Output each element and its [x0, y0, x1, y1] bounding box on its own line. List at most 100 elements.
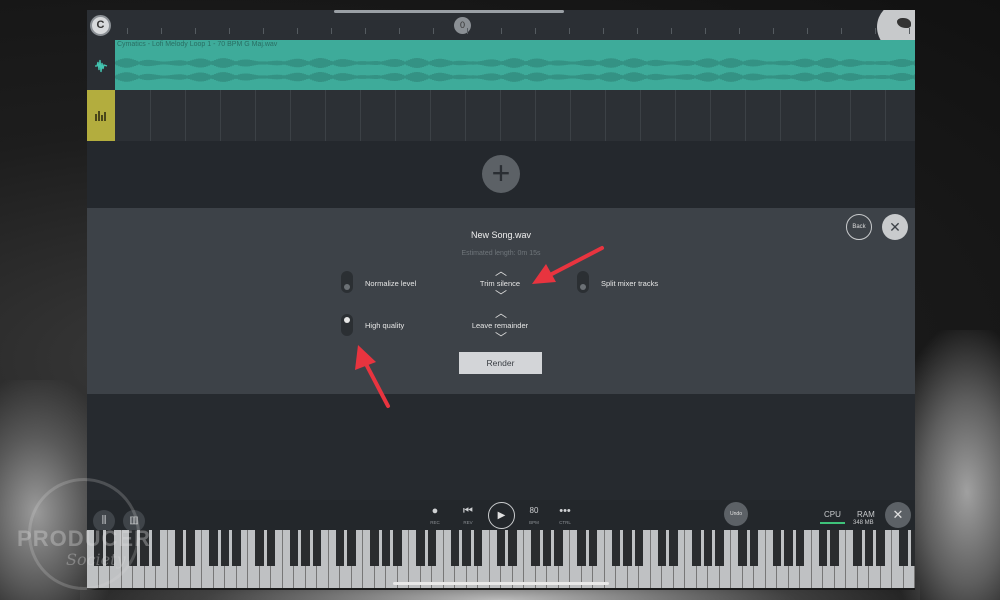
ruler-tick [501, 28, 502, 34]
playhead-handle[interactable]: 0 [454, 17, 471, 34]
grid-line [360, 90, 361, 141]
black-key[interactable] [669, 530, 678, 566]
high-quality-label: High quality [365, 321, 405, 330]
grid-line [395, 90, 396, 141]
black-key[interactable] [864, 530, 874, 566]
black-key[interactable] [910, 530, 915, 566]
black-key[interactable] [393, 530, 402, 566]
black-key[interactable] [301, 530, 310, 566]
black-key[interactable] [830, 530, 839, 566]
black-key[interactable] [818, 530, 828, 566]
ruler-tick [671, 28, 672, 34]
black-key[interactable] [623, 530, 632, 566]
record-icon: ● [431, 505, 439, 517]
split-mixer-tracks-toggle[interactable] [577, 271, 589, 293]
ruler-tick [739, 28, 740, 34]
black-key[interactable] [450, 530, 460, 566]
black-key[interactable] [703, 530, 713, 566]
black-key[interactable] [853, 530, 862, 566]
black-key[interactable] [473, 530, 483, 566]
black-key[interactable] [266, 530, 276, 566]
black-key[interactable] [381, 530, 391, 566]
piano-keyboard[interactable] [87, 530, 915, 590]
black-key[interactable] [749, 530, 759, 566]
black-key[interactable] [876, 530, 885, 566]
black-key[interactable] [554, 530, 563, 566]
black-key[interactable] [772, 530, 782, 566]
close-dialog-button[interactable]: ✕ [882, 214, 908, 240]
black-key[interactable] [611, 530, 621, 566]
trim-down-chevron-icon[interactable]: ﹀ [494, 290, 508, 302]
back-button[interactable]: Back [846, 214, 872, 240]
black-key[interactable] [692, 530, 701, 566]
black-key[interactable] [634, 530, 644, 566]
black-key[interactable] [312, 530, 322, 566]
black-key[interactable] [715, 530, 724, 566]
tempo-control[interactable]: 80 BPM [523, 502, 545, 525]
audio-waveform [115, 58, 915, 82]
black-key[interactable] [416, 530, 425, 566]
remainder-down-chevron-icon[interactable]: ﹀ [494, 332, 508, 344]
render-file-name[interactable]: New Song.wav [87, 230, 915, 240]
rewind-control[interactable]: ⏮ REV [457, 502, 479, 525]
black-key[interactable] [220, 530, 230, 566]
black-key[interactable] [186, 530, 195, 566]
ruler-tick [637, 28, 638, 34]
pattern-track-lane[interactable] [115, 90, 915, 141]
black-key[interactable] [784, 530, 793, 566]
normalize-level-toggle[interactable] [341, 271, 353, 293]
black-key[interactable] [588, 530, 598, 566]
black-key[interactable] [174, 530, 184, 566]
play-button[interactable]: ▶ [488, 502, 515, 529]
timeline-ruler[interactable]: C 0 [87, 10, 915, 52]
black-key[interactable] [738, 530, 747, 566]
grid-line [675, 90, 676, 141]
black-key[interactable] [335, 530, 345, 566]
remainder-up-chevron-icon[interactable]: ︿ [494, 307, 508, 319]
record-caption: REC [430, 520, 440, 525]
ruler-tick [841, 28, 842, 34]
magnet-snap-button[interactable]: C [90, 15, 111, 36]
producer-society-watermark: PRODUCER Society [10, 478, 158, 590]
black-key[interactable] [232, 530, 241, 566]
black-key[interactable] [209, 530, 218, 566]
control-menu[interactable]: ••• CTRL [554, 502, 576, 525]
waveform-icon [95, 59, 108, 73]
trim-up-chevron-icon[interactable]: ︿ [494, 265, 508, 277]
grid-line [850, 90, 851, 141]
black-key[interactable] [657, 530, 667, 566]
record-control[interactable]: ● REC [424, 502, 446, 525]
grid-line [150, 90, 151, 141]
pattern-track-icon[interactable] [87, 90, 115, 141]
black-key[interactable] [289, 530, 299, 566]
black-key[interactable] [542, 530, 552, 566]
black-key[interactable] [496, 530, 506, 566]
black-key[interactable] [795, 530, 805, 566]
bpm-value: 80 [529, 506, 539, 515]
black-key[interactable] [508, 530, 517, 566]
black-key[interactable] [347, 530, 356, 566]
black-key[interactable] [427, 530, 437, 566]
grid-line [255, 90, 256, 141]
audio-track-icon[interactable] [87, 40, 115, 92]
grid-line [430, 90, 431, 141]
black-key[interactable] [577, 530, 586, 566]
high-quality-toggle[interactable] [341, 314, 353, 336]
audio-clip[interactable]: Cymatics - Lofi Melody Loop 1 - 70 BPM G… [115, 40, 915, 90]
black-key[interactable] [899, 530, 908, 566]
close-toolbar-button[interactable]: ✕ [885, 502, 911, 528]
render-button[interactable]: Render [459, 352, 542, 374]
black-key[interactable] [462, 530, 471, 566]
bottom-home-indicator [393, 582, 609, 585]
black-key[interactable] [255, 530, 264, 566]
black-key[interactable] [531, 530, 540, 566]
ruler-tick [161, 28, 162, 34]
add-track-button[interactable]: + [482, 155, 520, 193]
ruler-tick [297, 28, 298, 34]
ctrl-caption: CTRL [559, 520, 571, 525]
undo-button[interactable]: Undo [724, 502, 748, 526]
ruler-tick [433, 28, 434, 34]
ruler-tick [603, 28, 604, 34]
normalize-level-label: Normalize level [365, 279, 417, 288]
black-key[interactable] [370, 530, 379, 566]
